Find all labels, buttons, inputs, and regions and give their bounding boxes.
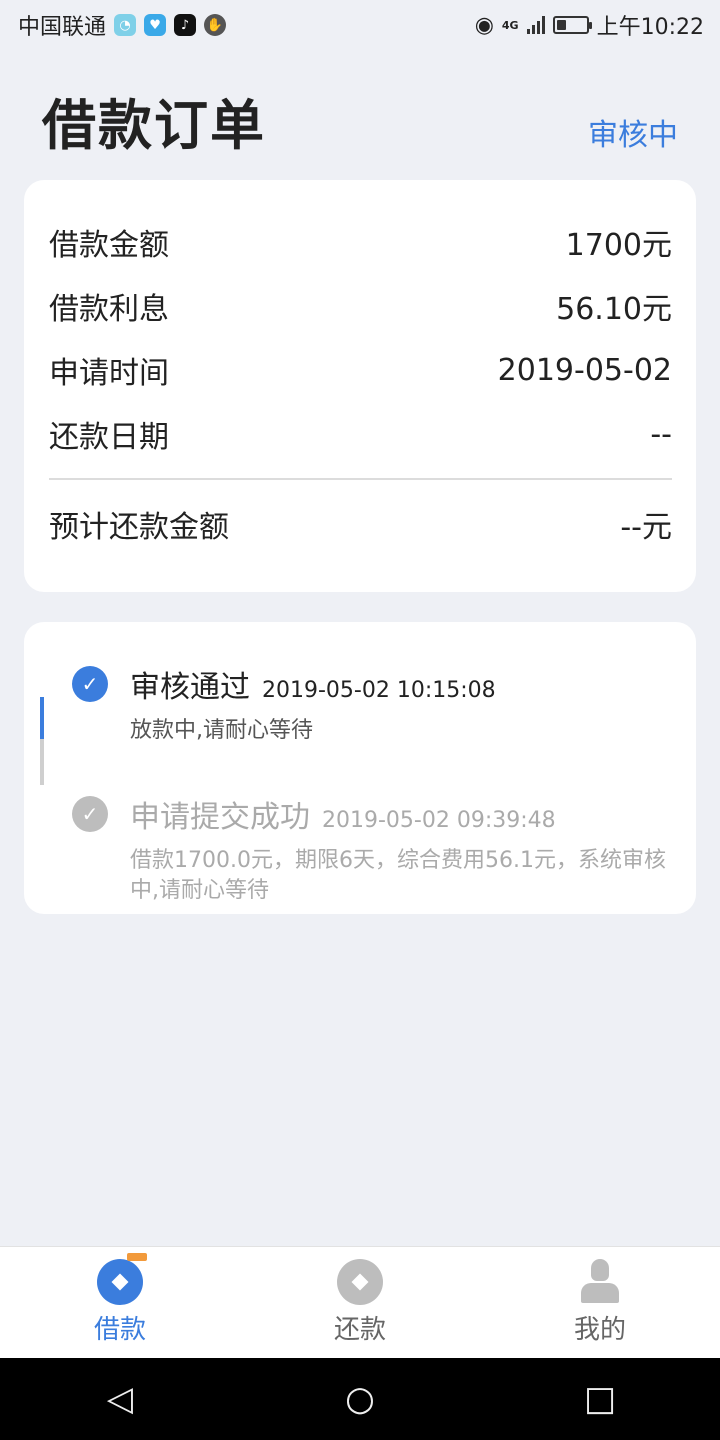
summary-row-interest: 借款利息 56.10元 xyxy=(49,274,672,338)
nav-label: 借款 xyxy=(93,1315,146,1345)
signal-icon xyxy=(526,16,545,34)
timeline-head: 审核通过 2019-05-02 10:15:08 xyxy=(130,662,672,706)
recents-icon[interactable]: □ xyxy=(540,1379,660,1419)
summary-value: 56.10元 xyxy=(556,292,672,327)
timeline-item-submitted: ✓ 申请提交成功 2019-05-02 09:39:48 借款1700.0元，期… xyxy=(48,792,672,906)
nav-tab-loan[interactable]: 借款 xyxy=(20,1253,220,1346)
profile-icon xyxy=(577,1259,623,1305)
loan-icon-diamond xyxy=(111,1273,129,1291)
summary-value: -- xyxy=(650,416,672,452)
timeline-time: 2019-05-02 10:15:08 xyxy=(262,678,496,703)
battery-fill xyxy=(556,20,567,30)
summary-label: 还款日期 xyxy=(49,420,169,455)
status-right: ◉ 4G 上午10:22 xyxy=(475,9,704,41)
home-icon[interactable]: ○ xyxy=(300,1379,420,1419)
order-status-badge: 审核中 xyxy=(588,118,678,153)
page-title: 借款订单 xyxy=(42,93,266,157)
battery-icon xyxy=(552,16,592,34)
qq-notification-icon: ◔ xyxy=(114,14,137,36)
eye-icon: ◉ xyxy=(474,12,494,38)
status-left: 中国联通 ◔ ♥ ♪ ✋ xyxy=(18,9,227,41)
summary-value: 2019-05-02 xyxy=(497,352,672,388)
loan-icon xyxy=(97,1253,147,1305)
timeline-connector-active xyxy=(40,697,44,739)
loan-summary-card: 借款金额 1700元 借款利息 56.10元 申请时间 2019-05-02 还… xyxy=(24,180,696,592)
message-notification-icon: ♥ xyxy=(144,14,167,36)
timeline-time: 2019-05-02 09:39:48 xyxy=(322,808,556,833)
status-timeline-card: ✓ 审核通过 2019-05-02 10:15:08 放款中,请耐心等待 ✓ 申… xyxy=(24,622,696,914)
summary-row-apply-date: 申请时间 2019-05-02 xyxy=(49,338,672,402)
summary-row-amount: 借款金额 1700元 xyxy=(49,210,672,274)
timeline-item-approved: ✓ 审核通过 2019-05-02 10:15:08 放款中,请耐心等待 xyxy=(48,662,672,746)
summary-value: --元 xyxy=(620,510,672,545)
check-circle-icon: ✓ xyxy=(72,796,108,832)
summary-value: 1700元 xyxy=(565,228,672,263)
nav-label: 我的 xyxy=(573,1315,626,1345)
timeline-desc: 借款1700.0元，期限6天，综合费用56.1元，系统审核中,请耐心等待 xyxy=(130,848,666,903)
summary-row-total: 预计还款金额 --元 xyxy=(49,492,672,556)
repay-icon-diamond xyxy=(351,1273,369,1291)
nav-tab-profile[interactable]: 我的 xyxy=(500,1259,700,1346)
timeline-desc: 放款中,请耐心等待 xyxy=(130,718,313,743)
nav-label: 还款 xyxy=(333,1315,386,1345)
page-header: 借款订单 审核中 xyxy=(42,80,678,160)
timeline-title: 审核通过 xyxy=(130,670,250,705)
carrier-label: 中国联通 xyxy=(18,15,107,40)
summary-label: 借款金额 xyxy=(49,228,169,263)
status-bar: 中国联通 ◔ ♥ ♪ ✋ ◉ 4G 上午10:22 xyxy=(0,0,720,50)
system-nav-bar: ◁ ○ □ xyxy=(0,1358,720,1440)
check-circle-icon: ✓ xyxy=(72,666,108,702)
summary-label: 预计还款金额 xyxy=(49,510,229,545)
timeline-connector-pending xyxy=(40,739,44,785)
network-type: 4G xyxy=(501,18,519,32)
timeline-head: 申请提交成功 2019-05-02 09:39:48 xyxy=(130,792,672,836)
clock: 上午10:22 xyxy=(596,15,704,40)
hand-notification-icon: ✋ xyxy=(204,14,227,36)
divider xyxy=(49,478,672,480)
tiktok-notification-icon: ♪ xyxy=(174,14,197,36)
nav-tab-repay[interactable]: 还款 xyxy=(260,1259,460,1346)
loan-icon-flag xyxy=(127,1253,147,1261)
summary-row-repay-date: 还款日期 -- xyxy=(49,402,672,466)
profile-icon-head xyxy=(591,1259,609,1281)
back-icon[interactable]: ◁ xyxy=(60,1379,180,1419)
profile-icon-body xyxy=(581,1283,619,1303)
summary-label: 申请时间 xyxy=(49,356,169,391)
repay-icon xyxy=(337,1259,383,1305)
summary-label: 借款利息 xyxy=(49,292,169,327)
bottom-nav: 借款 还款 我的 xyxy=(0,1246,720,1358)
timeline-title: 申请提交成功 xyxy=(130,800,310,835)
